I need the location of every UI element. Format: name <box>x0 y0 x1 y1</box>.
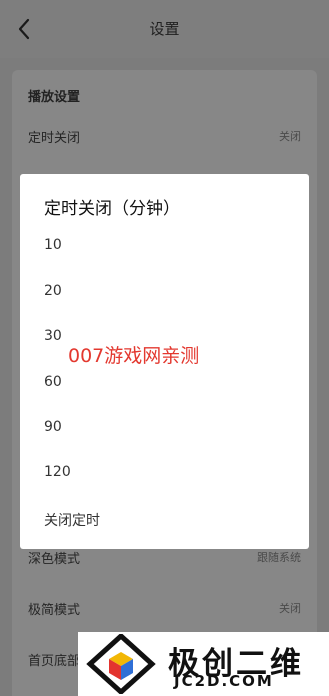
page-title: 设置 <box>149 20 180 38</box>
logo-subtext: JC2D.COM <box>174 672 274 690</box>
dialog-title: 定时关闭（分钟） <box>44 199 180 219</box>
setting-row-value: 关闭 <box>279 130 301 143</box>
timer-option-off[interactable]: 关闭定时 <box>44 510 100 530</box>
timer-option[interactable]: 30 <box>44 328 62 344</box>
timer-option[interactable]: 10 <box>44 237 62 253</box>
logo-icon <box>86 634 156 694</box>
setting-row-label[interactable]: 极简模式 <box>28 599 80 618</box>
setting-row-label[interactable]: 定时关闭 <box>28 127 80 146</box>
top-bar: 设置 <box>0 0 329 58</box>
watermark-text: 007游戏网亲测 <box>68 345 200 367</box>
timer-option[interactable]: 20 <box>44 283 62 299</box>
setting-row-label[interactable]: 首页底部 <box>28 650 80 669</box>
timer-option[interactable]: 120 <box>44 464 71 480</box>
setting-row-value: 跟随系统 <box>257 551 301 564</box>
setting-row-label[interactable]: 深色模式 <box>28 548 80 567</box>
timer-option[interactable]: 90 <box>44 419 62 435</box>
setting-row-value: 关闭 <box>279 602 301 615</box>
section-title: 播放设置 <box>28 90 81 105</box>
timer-option[interactable]: 60 <box>44 374 62 390</box>
